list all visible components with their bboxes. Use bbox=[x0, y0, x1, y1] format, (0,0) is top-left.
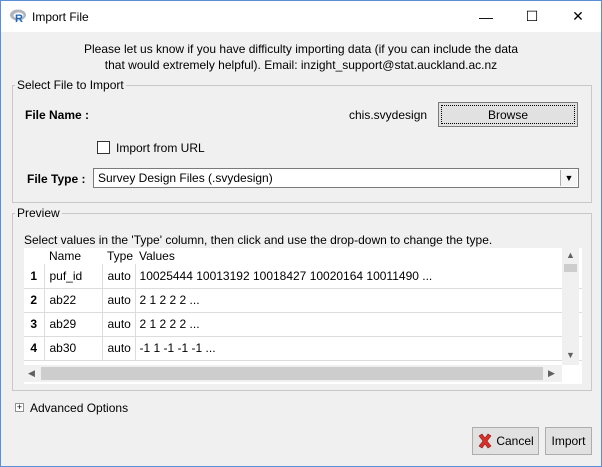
scroll-right-icon[interactable]: ▶ bbox=[548, 368, 555, 379]
import-button-label: Import bbox=[551, 434, 586, 448]
cell-values[interactable]: 2 1 2 2 2 ... bbox=[135, 312, 582, 337]
row-number: 1 bbox=[24, 264, 45, 289]
preview-table: Name Type Values 1 puf_id auto 10025444 … bbox=[24, 248, 582, 384]
scroll-up-icon[interactable]: ▲ bbox=[566, 250, 575, 260]
minimize-button[interactable]: — bbox=[463, 1, 509, 32]
browse-focus-ring bbox=[441, 105, 575, 124]
horizontal-scroll-thumb[interactable] bbox=[41, 367, 543, 380]
table-row[interactable]: 4 ab30 auto -1 1 -1 -1 -1 ... bbox=[24, 336, 582, 361]
file-name-value: chis.svydesign bbox=[349, 108, 428, 122]
cell-type[interactable]: auto bbox=[102, 264, 136, 289]
browse-button[interactable]: Browse bbox=[438, 102, 578, 127]
svg-text:R: R bbox=[15, 13, 23, 24]
table-row[interactable]: 2 ab22 auto 2 1 2 2 2 ... bbox=[24, 288, 582, 313]
cell-type[interactable]: auto bbox=[102, 288, 136, 313]
column-header-values[interactable]: Values bbox=[135, 248, 582, 264]
file-type-label: File Type : bbox=[27, 172, 86, 186]
column-header-name[interactable]: Name bbox=[44, 248, 102, 264]
cell-name[interactable]: puf_id bbox=[44, 264, 103, 289]
info-line-2: that would extremely helpful). Email: in… bbox=[104, 58, 498, 72]
cell-values[interactable]: 2 1 2 2 2 ... bbox=[135, 288, 582, 313]
column-header-type[interactable]: Type bbox=[102, 248, 135, 264]
window-title: Import File bbox=[32, 10, 89, 24]
cell-name[interactable]: ab22 bbox=[44, 288, 103, 313]
cell-name[interactable]: ab30 bbox=[44, 336, 103, 361]
vertical-scrollbar[interactable]: ▲ ▼ bbox=[562, 248, 579, 365]
r-logo-icon: R bbox=[10, 9, 26, 24]
close-button[interactable]: ✕ bbox=[555, 1, 601, 32]
title-bar: R Import File — ☐ ✕ bbox=[1, 1, 601, 32]
import-url-checkbox[interactable] bbox=[97, 141, 110, 154]
horizontal-scrollbar[interactable]: ◀ ▶ bbox=[24, 365, 562, 382]
info-line-1: Please let us know if you have difficult… bbox=[83, 42, 519, 56]
cell-name[interactable]: ab29 bbox=[44, 312, 103, 337]
file-name-label: File Name : bbox=[25, 108, 90, 122]
select-file-group-label: Select File to Import bbox=[15, 78, 126, 92]
file-type-select[interactable]: Survey Design Files (.svydesign) ▼ bbox=[93, 168, 579, 188]
cancel-x-icon bbox=[478, 433, 492, 449]
advanced-options-toggle[interactable]: Advanced Options bbox=[30, 401, 128, 415]
import-url-label[interactable]: Import from URL bbox=[116, 141, 205, 155]
chevron-down-icon[interactable]: ▼ bbox=[560, 170, 577, 186]
cell-type[interactable]: auto bbox=[102, 336, 136, 361]
cell-type[interactable]: auto bbox=[102, 312, 136, 337]
table-row[interactable]: 1 puf_id auto 10025444 10013192 10018427… bbox=[24, 264, 582, 289]
row-number: 3 bbox=[24, 312, 45, 337]
row-number-header bbox=[24, 248, 44, 264]
import-button[interactable]: Import bbox=[545, 427, 592, 455]
scroll-left-icon[interactable]: ◀ bbox=[28, 368, 35, 379]
preview-instructions: Select values in the 'Type' column, then… bbox=[24, 233, 493, 247]
cancel-button[interactable]: Cancel bbox=[472, 427, 539, 455]
file-type-value: Survey Design Files (.svydesign) bbox=[98, 171, 273, 185]
table-header-row: Name Type Values bbox=[24, 248, 582, 264]
cancel-button-label: Cancel bbox=[496, 434, 534, 448]
table-row[interactable]: 3 ab29 auto 2 1 2 2 2 ... bbox=[24, 312, 582, 337]
cell-values[interactable]: -1 1 -1 -1 -1 ... bbox=[135, 336, 582, 361]
row-number: 2 bbox=[24, 288, 45, 313]
vertical-scroll-thumb[interactable] bbox=[564, 264, 577, 272]
scroll-down-icon[interactable]: ▼ bbox=[566, 350, 575, 360]
import-file-window: R Import File — ☐ ✕ Please let us know i… bbox=[0, 0, 602, 467]
preview-group-label: Preview bbox=[15, 206, 62, 220]
row-number: 4 bbox=[24, 336, 45, 361]
info-message: Please let us know if you have difficult… bbox=[1, 41, 601, 73]
expand-plus-icon[interactable]: + bbox=[15, 403, 24, 412]
cell-values[interactable]: 10025444 10013192 10018427 10020164 1001… bbox=[135, 264, 582, 289]
maximize-button[interactable]: ☐ bbox=[509, 1, 555, 32]
